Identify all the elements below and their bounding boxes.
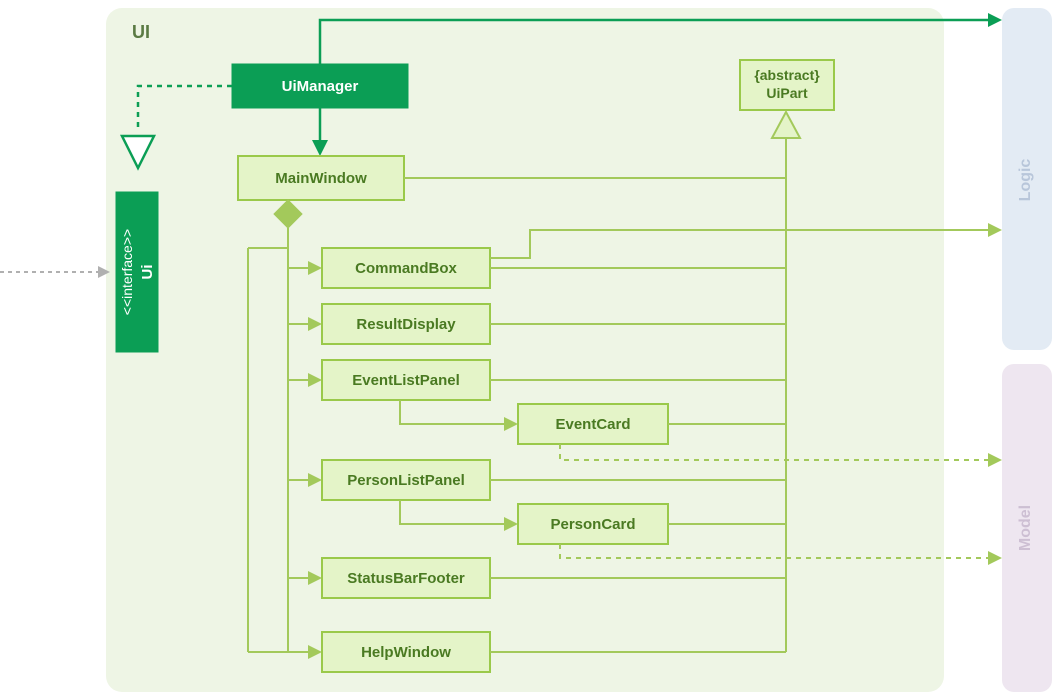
helpwindow-label: HelpWindow: [361, 644, 451, 661]
personcard-label: PersonCard: [550, 516, 635, 533]
uimanager-label: UiManager: [282, 78, 359, 95]
ui-interface-stereotype: <<interface>>: [119, 229, 135, 315]
eventlistpanel-label: EventListPanel: [352, 372, 460, 389]
arrowhead-eventcard-to-model: [988, 453, 1002, 467]
uipart-tag: {abstract}: [754, 67, 820, 83]
commandbox-label: CommandBox: [355, 260, 457, 277]
uml-diagram: UI Logic Model <<interface>> Ui UiManage…: [0, 0, 1054, 700]
arrowhead-personcard-to-model: [988, 551, 1002, 565]
mainwindow-label: MainWindow: [275, 170, 367, 187]
uipart-name: UiPart: [766, 85, 808, 101]
personlistpanel-label: PersonListPanel: [347, 472, 465, 489]
external-logic-label: Logic: [1017, 159, 1034, 202]
eventcard-label: EventCard: [555, 416, 630, 433]
arrowhead-uimanager-to-logic: [988, 13, 1002, 27]
ui-interface-name: Ui: [139, 265, 156, 280]
statusbarfooter-label: StatusBarFooter: [347, 570, 465, 587]
external-model-label: Model: [1017, 505, 1034, 551]
resultdisplay-label: ResultDisplay: [356, 316, 456, 333]
package-ui-label: UI: [132, 22, 150, 42]
arrowhead-commandbox-to-logic: [988, 223, 1002, 237]
